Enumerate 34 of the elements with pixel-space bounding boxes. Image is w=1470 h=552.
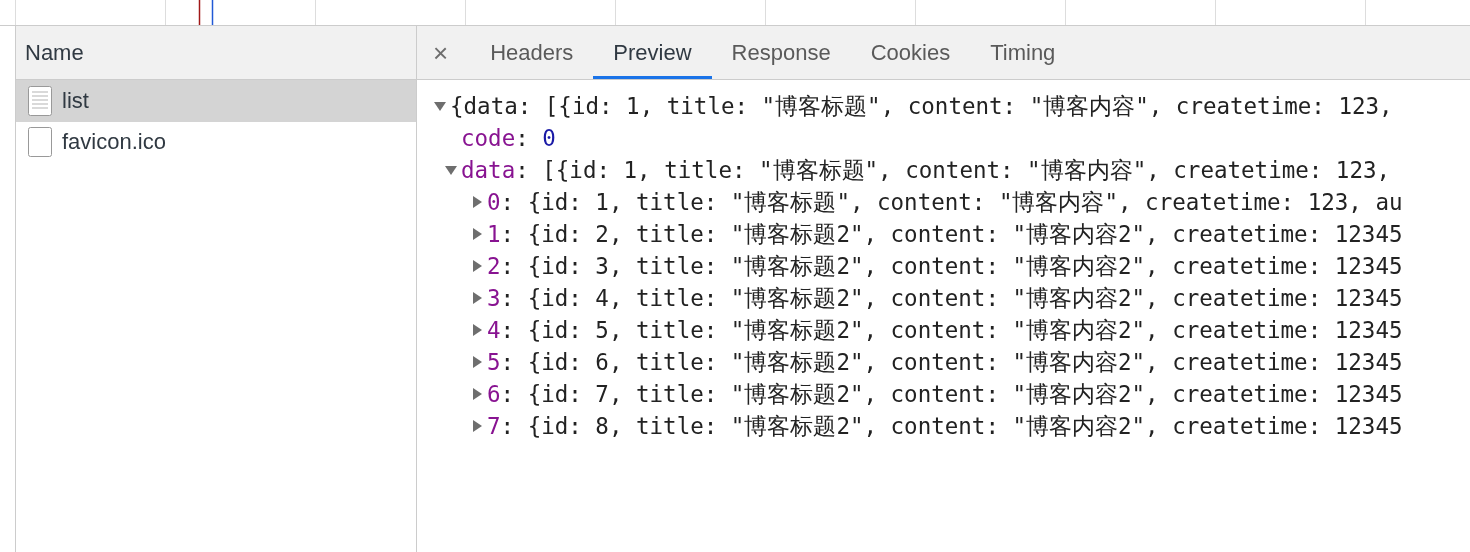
tab[interactable]: Headers <box>470 26 594 79</box>
collapsed-triangle-icon[interactable] <box>470 419 484 433</box>
expanded-triangle-icon[interactable] <box>433 99 447 113</box>
collapsed-triangle-icon[interactable] <box>470 195 484 209</box>
json-line: code: 0 <box>461 125 556 151</box>
json-line: {data: [{id: 1, title: "博客标题", content: "博客内容", createtime: 123, <box>450 91 1393 121</box>
close-button[interactable]: × <box>433 39 449 66</box>
collapsed-triangle-icon[interactable] <box>470 227 484 241</box>
json-line: 3: {id: 4, title: "博客标题2", content: "博客内容2", createtime: 12345 <box>487 283 1403 313</box>
json-line: 5: {id: 6, title: "博客标题2", content: "博客内容2", createtime: 12345 <box>487 347 1403 377</box>
json-line: 0: {id: 1, title: "博客标题", content: "博客内容", createtime: 123, au <box>487 187 1403 217</box>
json-line: 4: {id: 5, title: "博客标题2", content: "博客内容2", createtime: 12345 <box>487 315 1403 345</box>
blank-file-icon <box>28 127 52 157</box>
tab[interactable]: Timing <box>970 26 1076 79</box>
tab[interactable]: Preview <box>593 26 712 79</box>
json-line: 1: {id: 2, title: "博客标题2", content: "博客内容2", createtime: 12345 <box>487 219 1403 249</box>
tab[interactable]: Cookies <box>850 26 971 79</box>
expanded-triangle-icon[interactable] <box>444 163 458 177</box>
json-line: 7: {id: 8, title: "博客标题2", content: "博客内容2", createtime: 12345 <box>487 411 1403 441</box>
collapsed-triangle-icon[interactable] <box>470 323 484 337</box>
json-line: 2: {id: 3, title: "博客标题2", content: "博客内容2", createtime: 12345 <box>487 251 1403 281</box>
collapsed-triangle-icon[interactable] <box>470 387 484 401</box>
request-name: list <box>62 88 89 114</box>
json-line: data: [{id: 1, title: "博客标题", content: "博客内容", createtime: 123, <box>461 155 1391 185</box>
tab[interactable]: Response <box>711 26 851 79</box>
request-row[interactable]: list <box>16 80 416 122</box>
document-icon <box>28 86 52 116</box>
request-row[interactable]: favicon.ico <box>16 122 416 162</box>
request-name: favicon.ico <box>62 129 166 155</box>
collapsed-triangle-icon[interactable] <box>470 259 484 273</box>
json-line: 6: {id: 7, title: "博客标题2", content: "博客内容2", createtime: 12345 <box>487 379 1403 409</box>
collapsed-triangle-icon[interactable] <box>470 291 484 305</box>
collapsed-triangle-icon[interactable] <box>470 355 484 369</box>
column-header[interactable]: Name <box>25 39 84 66</box>
